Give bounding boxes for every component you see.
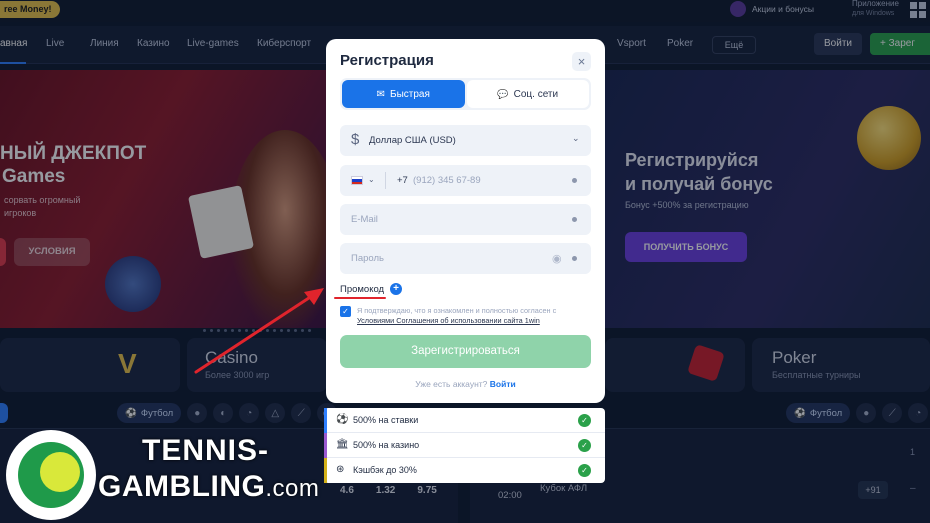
required-dot [572, 256, 577, 261]
registration-modal: Регистрация × ✉ Быстрая 💬 Соц. сети $ До… [326, 39, 605, 403]
bonus-item: ⚽ 500% на ставки ✓ [324, 408, 605, 433]
currency-select[interactable]: $ Доллар США (USD) ⌄ [340, 125, 591, 156]
eye-icon[interactable]: ◉ [552, 252, 562, 265]
bonus-item: 🏛 500% на казино ✓ [324, 433, 605, 458]
bonus-text: 500% на казино [353, 440, 420, 450]
phone-field[interactable]: ⌄ +7 (912) 345 67-89 [340, 165, 591, 196]
password-field[interactable]: Пароль ◉ [340, 243, 591, 274]
tab-social-label: Соц. сети [513, 88, 559, 100]
consent-text: Я подтверждаю, что я ознакомлен и полнос… [357, 306, 557, 325]
bonus-color-bar [324, 458, 327, 483]
bonus-item: ⊛ Кэшбэк до 30% ✓ [324, 458, 605, 483]
bonus-color-bar [324, 408, 327, 433]
login-link[interactable]: Войти [490, 379, 516, 389]
phone-code: +7 [397, 175, 408, 186]
watermark-line2: GAMBLING.com [98, 470, 320, 503]
check-icon: ✓ [578, 464, 591, 477]
phone-input[interactable]: (912) 345 67-89 [413, 175, 481, 186]
have-account-line: Уже есть аккаунт? Войти [326, 379, 605, 389]
russia-flag-icon[interactable] [351, 176, 363, 185]
promo-code-toggle[interactable]: Промокод + [340, 283, 403, 295]
annotation-underline [334, 297, 386, 299]
plus-icon[interactable]: + [390, 283, 403, 295]
close-icon[interactable]: × [572, 52, 591, 71]
have-account-text: Уже есть аккаунт? [415, 379, 488, 389]
terms-link[interactable]: Условиями Соглашения об использовании са… [357, 316, 540, 325]
bonus-color-bar [324, 433, 327, 458]
chevron-down-icon: ⌄ [572, 133, 580, 143]
email-field[interactable]: E-Mail [340, 204, 591, 235]
currency-value: Доллар США (USD) [369, 135, 456, 146]
cashback-icon: ⊛ [336, 464, 345, 475]
register-submit-button[interactable]: Зарегистрироваться [340, 335, 591, 368]
terms-checkbox[interactable]: ✓ [340, 306, 351, 317]
tennis-ball-logo-icon [6, 430, 96, 520]
required-dot [572, 217, 577, 222]
modal-title: Регистрация [340, 52, 434, 69]
check-icon: ✓ [578, 414, 591, 427]
country-chevron-icon[interactable]: ⌄ [368, 175, 375, 184]
registration-tabs: ✉ Быстрая 💬 Соц. сети [340, 78, 591, 110]
tab-quick[interactable]: ✉ Быстрая [342, 80, 465, 108]
envelope-icon: ✉ [376, 88, 385, 100]
tab-quick-label: Быстрая [390, 88, 430, 100]
bonus-list: ⚽ 500% на ставки ✓ 🏛 500% на казино ✓ ⊛ … [324, 408, 605, 483]
password-placeholder: Пароль [351, 253, 384, 264]
check-icon: ✓ [578, 439, 591, 452]
email-placeholder: E-Mail [351, 214, 378, 225]
casino-icon: 🏛 [336, 439, 349, 450]
dollar-icon: $ [351, 131, 360, 148]
tab-social[interactable]: 💬 Соц. сети [466, 80, 589, 108]
bonus-text: Кэшбэк до 30% [353, 465, 417, 475]
bonus-text: 500% на ставки [353, 415, 419, 425]
soccer-ball-icon: ⚽ [336, 414, 349, 425]
promo-code-label: Промокод [340, 283, 385, 295]
phone-divider [385, 172, 386, 189]
required-dot [572, 178, 577, 183]
chat-icon: 💬 [497, 88, 509, 99]
watermark-line1: TENNIS- [142, 434, 269, 467]
